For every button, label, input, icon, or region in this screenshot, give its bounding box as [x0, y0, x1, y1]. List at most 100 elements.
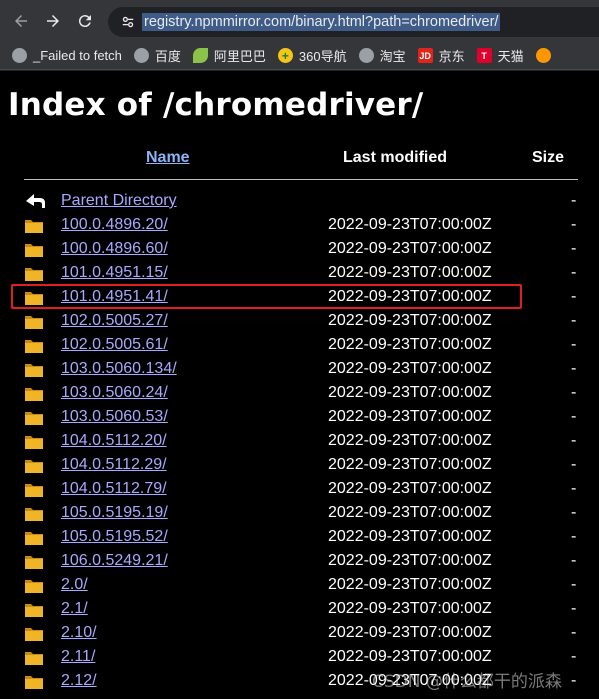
size-cell: - — [571, 480, 577, 497]
page-content: Index of /chromedriver/ Name Last modifi… — [0, 71, 599, 699]
size-cell: - — [571, 624, 577, 641]
folder-icon — [25, 580, 43, 593]
table-row: 106.0.5249.21/2022-09-23T07:00:00Z - — [0, 550, 599, 574]
last-modified-cell: 2022-09-23T07:00:00Z — [328, 432, 492, 449]
page-title: Index of /chromedriver/ — [8, 87, 424, 123]
globe-icon — [358, 48, 374, 63]
360-icon: + — [277, 48, 293, 63]
table-row: 2.0/2022-09-23T07:00:00Z - — [0, 574, 599, 598]
last-modified-cell: 2022-09-23T07:00:00Z — [328, 384, 492, 401]
size-cell: - — [571, 528, 577, 545]
directory-link[interactable]: 2.0/ — [61, 576, 88, 594]
jd-icon: JD — [417, 48, 433, 63]
bookmark-taobao[interactable]: 淘宝 — [358, 46, 406, 65]
directory-link[interactable]: 101.0.4951.15/ — [61, 264, 168, 282]
table-row: 103.0.5060.134/2022-09-23T07:00:00Z - — [0, 358, 599, 382]
table-row: 2.1/2022-09-23T07:00:00Z - — [0, 598, 599, 622]
last-modified-cell: 2022-09-23T07:00:00Z — [328, 600, 492, 617]
folder-icon — [25, 364, 43, 377]
table-row: 104.0.5112.20/2022-09-23T07:00:00Z - — [0, 430, 599, 454]
table-row: 100.0.4896.20/2022-09-23T07:00:00Z - — [0, 214, 599, 238]
size-cell: - — [571, 600, 577, 617]
last-modified-cell: 2022-09-23T07:00:00Z — [328, 240, 492, 257]
table-row: 105.0.5195.19/2022-09-23T07:00:00Z - — [0, 502, 599, 526]
size-cell: - — [571, 240, 577, 257]
directory-link[interactable]: 105.0.5195.19/ — [61, 504, 168, 522]
size-cell: - — [571, 576, 577, 593]
folder-icon — [25, 316, 43, 329]
folder-icon — [25, 676, 43, 689]
bookmark-label: 360导航 — [298, 49, 347, 64]
watermark: CSDN @什么都干的派森 — [372, 672, 562, 692]
directory-link[interactable]: 100.0.4896.20/ — [61, 216, 168, 234]
directory-link[interactable]: 2.10/ — [61, 624, 97, 642]
reload-button[interactable] — [74, 10, 96, 32]
site-info-icon[interactable] — [120, 14, 136, 30]
folder-icon — [25, 508, 43, 521]
directory-link[interactable]: 104.0.5112.29/ — [61, 456, 167, 474]
last-modified-cell: 2022-09-23T07:00:00Z — [328, 264, 492, 281]
bookmark-baidu[interactable]: 百度 — [133, 46, 181, 65]
folder-icon — [25, 388, 43, 401]
table-row: 104.0.5112.29/2022-09-23T07:00:00Z - — [0, 454, 599, 478]
parent-directory-link[interactable]: Parent Directory — [61, 192, 177, 210]
directory-link[interactable]: 2.1/ — [61, 600, 88, 618]
directory-link[interactable]: 2.11/ — [61, 648, 95, 666]
column-header-name[interactable]: Name — [146, 149, 190, 167]
directory-link[interactable]: 104.0.5112.20/ — [61, 432, 167, 450]
table-row: 103.0.5060.53/2022-09-23T07:00:00Z - — [0, 406, 599, 430]
last-modified-cell: 2022-09-23T07:00:00Z — [328, 312, 492, 329]
directory-link[interactable]: 102.0.5005.27/ — [61, 312, 168, 330]
size-cell: - — [571, 312, 577, 329]
forward-button[interactable] — [42, 10, 64, 32]
globe-icon — [12, 48, 27, 63]
last-modified-cell: 2022-09-23T07:00:00Z — [328, 552, 492, 569]
size-cell: - — [571, 432, 577, 449]
bookmark-failed-to-fetch[interactable]: _Failed to fetch — [12, 48, 122, 63]
size-cell: - — [571, 264, 577, 281]
size-cell: - — [571, 216, 577, 233]
folder-icon — [25, 340, 43, 353]
bookmark-more[interactable] — [535, 48, 557, 63]
bookmark-label: 阿里巴巴 — [213, 49, 266, 64]
last-modified-cell: 2022-09-23T07:00:00Z — [328, 480, 492, 497]
bookmark-icon — [535, 48, 551, 63]
bookmark-tmall[interactable]: T 天猫 — [476, 46, 524, 65]
bookmark-alibaba[interactable]: 阿里巴巴 — [192, 46, 266, 65]
size-cell: - — [571, 336, 577, 353]
directory-link[interactable]: 104.0.5112.79/ — [61, 480, 167, 498]
last-modified-cell: 2022-09-23T07:00:00Z — [328, 408, 492, 425]
folder-icon — [25, 268, 43, 281]
table-row: 102.0.5005.61/2022-09-23T07:00:00Z - — [0, 334, 599, 358]
size-cell: - — [571, 288, 577, 305]
last-modified-cell: 2022-09-23T07:00:00Z — [328, 504, 492, 521]
bookmark-jd[interactable]: JD 京东 — [417, 46, 465, 65]
folder-icon — [25, 484, 43, 497]
directory-link[interactable]: 103.0.5060.134/ — [61, 360, 177, 378]
url-text[interactable]: registry.npmmirror.com/binary.html?path=… — [142, 13, 501, 31]
last-modified-cell: 2022-09-23T07:00:00Z — [328, 576, 492, 593]
directory-link[interactable]: 103.0.5060.53/ — [61, 408, 168, 426]
column-header-last-modified: Last modified — [343, 149, 448, 166]
browser-toolbar: registry.npmmirror.com/binary.html?path=… — [0, 0, 599, 42]
directory-link[interactable]: 2.12/ — [61, 672, 97, 690]
address-bar[interactable]: registry.npmmirror.com/binary.html?path=… — [108, 7, 599, 37]
last-modified-cell: 2022-09-23T07:00:00Z — [328, 648, 492, 665]
directory-link[interactable]: 105.0.5195.52/ — [61, 528, 168, 546]
back-button[interactable] — [10, 10, 32, 32]
directory-link[interactable]: 102.0.5005.61/ — [61, 336, 168, 354]
directory-link[interactable]: 106.0.5249.21/ — [61, 552, 168, 570]
last-modified-cell: 2022-09-23T07:00:00Z — [328, 528, 492, 545]
directory-link[interactable]: 100.0.4896.60/ — [61, 240, 168, 258]
size-cell: - — [571, 384, 577, 401]
last-modified-cell: 2022-09-23T07:00:00Z — [328, 456, 492, 473]
leaf-icon — [192, 48, 208, 63]
size-cell: - — [571, 360, 577, 377]
table-row: 105.0.5195.52/2022-09-23T07:00:00Z - — [0, 526, 599, 550]
directory-link[interactable]: 103.0.5060.24/ — [61, 384, 168, 402]
bookmark-label: 淘宝 — [379, 49, 406, 64]
bookmark-360[interactable]: + 360导航 — [277, 46, 347, 65]
arrow-right-icon — [47, 15, 59, 27]
table-row: 102.0.5005.27/2022-09-23T07:00:00Z - — [0, 310, 599, 334]
table-row: 104.0.5112.79/2022-09-23T07:00:00Z - — [0, 478, 599, 502]
